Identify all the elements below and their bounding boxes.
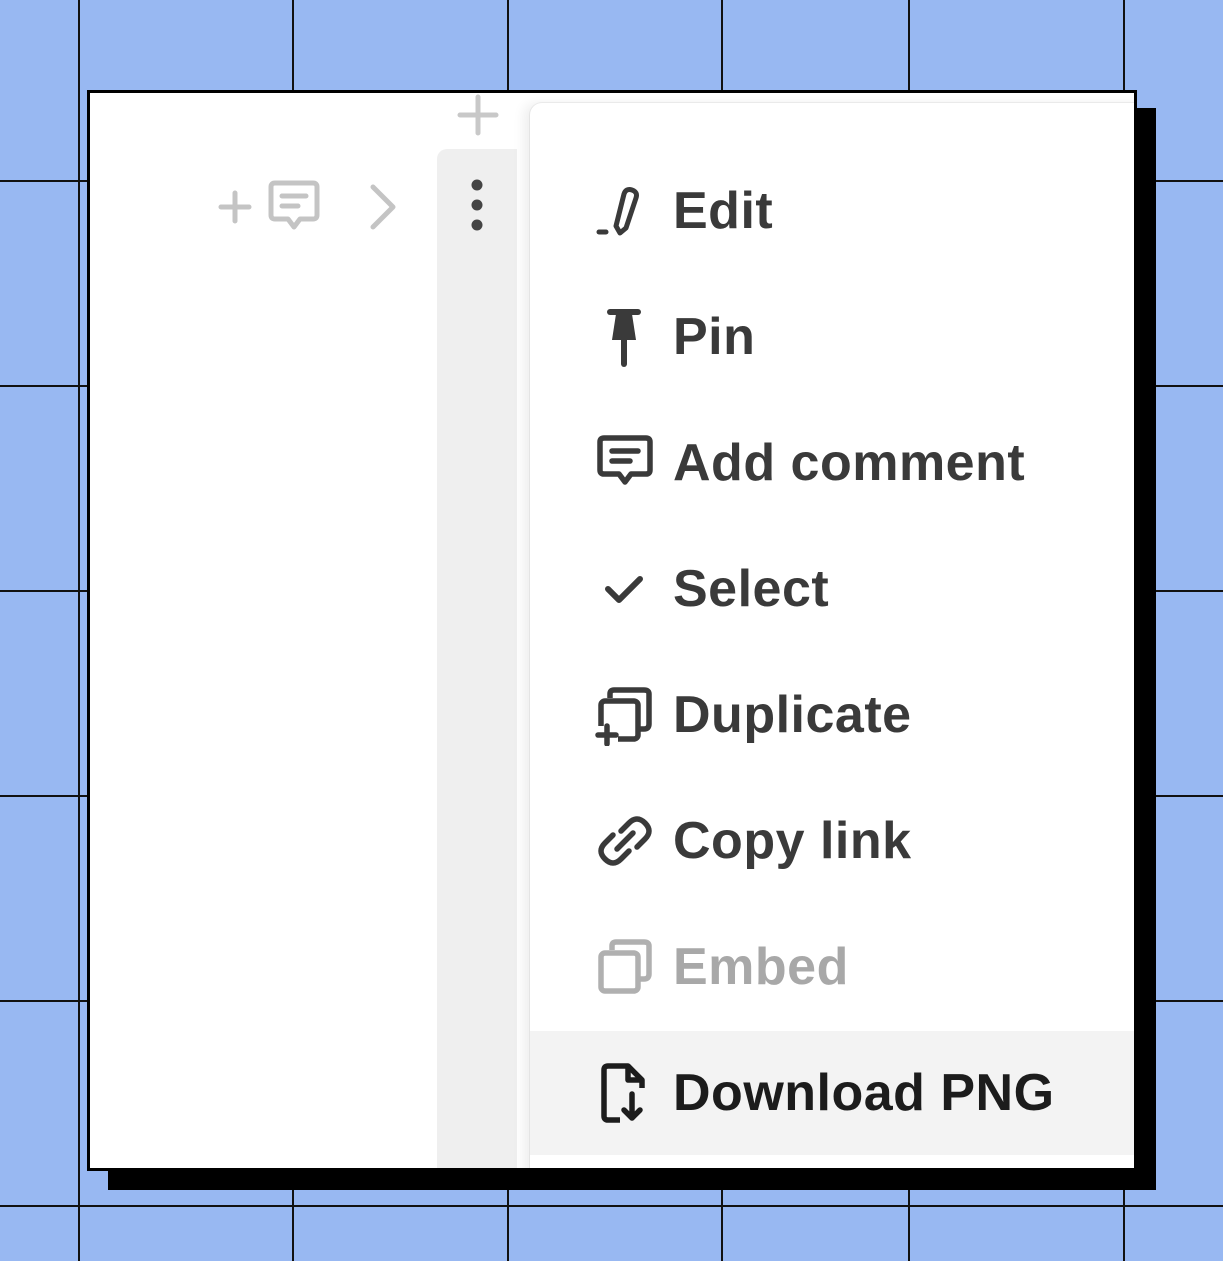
menu-item-download-png[interactable]: Download PNG [530,1031,1134,1155]
link-icon [598,816,652,866]
menu-item-label: Add comment [673,434,1026,492]
plus-icon[interactable] [215,187,255,227]
block-toolbar [215,177,403,237]
chevron-right-icon[interactable] [363,177,403,237]
menu-item-label: Download PNG [673,1064,1055,1122]
menu-item-edit[interactable]: Edit [530,149,1134,273]
grid-line [78,0,80,1261]
menu-item-label: Pin [673,308,756,366]
menu-item-select[interactable]: Select [530,527,1134,651]
menu-item-embed: Embed [530,905,1134,1029]
comment-icon[interactable] [263,177,325,237]
duplicate-icon [595,687,652,746]
menu-item-copy-link[interactable]: Copy link [530,779,1134,903]
canvas-panel: Edit Pin Add comment Select Duplicate Co… [87,90,1137,1171]
grid-line [0,1205,1223,1207]
context-menu: Edit Pin Add comment Select Duplicate Co… [530,103,1134,1168]
download-file-icon [601,1063,645,1123]
comment-icon [597,435,653,485]
check-icon [605,576,643,603]
menu-item-label: Edit [673,182,774,240]
menu-item-duplicate[interactable]: Duplicate [530,653,1134,777]
embed-icon [598,939,652,994]
add-block-above-icon[interactable] [454,91,502,139]
pin-icon [607,309,641,367]
menu-item-label: Duplicate [673,686,912,744]
block-gutter [437,149,517,1168]
more-vertical-icon[interactable] [462,177,492,237]
menu-item-label: Copy link [673,812,912,870]
menu-item-label: Embed [673,938,849,996]
menu-item-label: Select [673,560,830,618]
pencil-icon [596,187,639,236]
menu-item-pin[interactable]: Pin [530,275,1134,399]
menu-item-add-comment[interactable]: Add comment [530,401,1134,525]
